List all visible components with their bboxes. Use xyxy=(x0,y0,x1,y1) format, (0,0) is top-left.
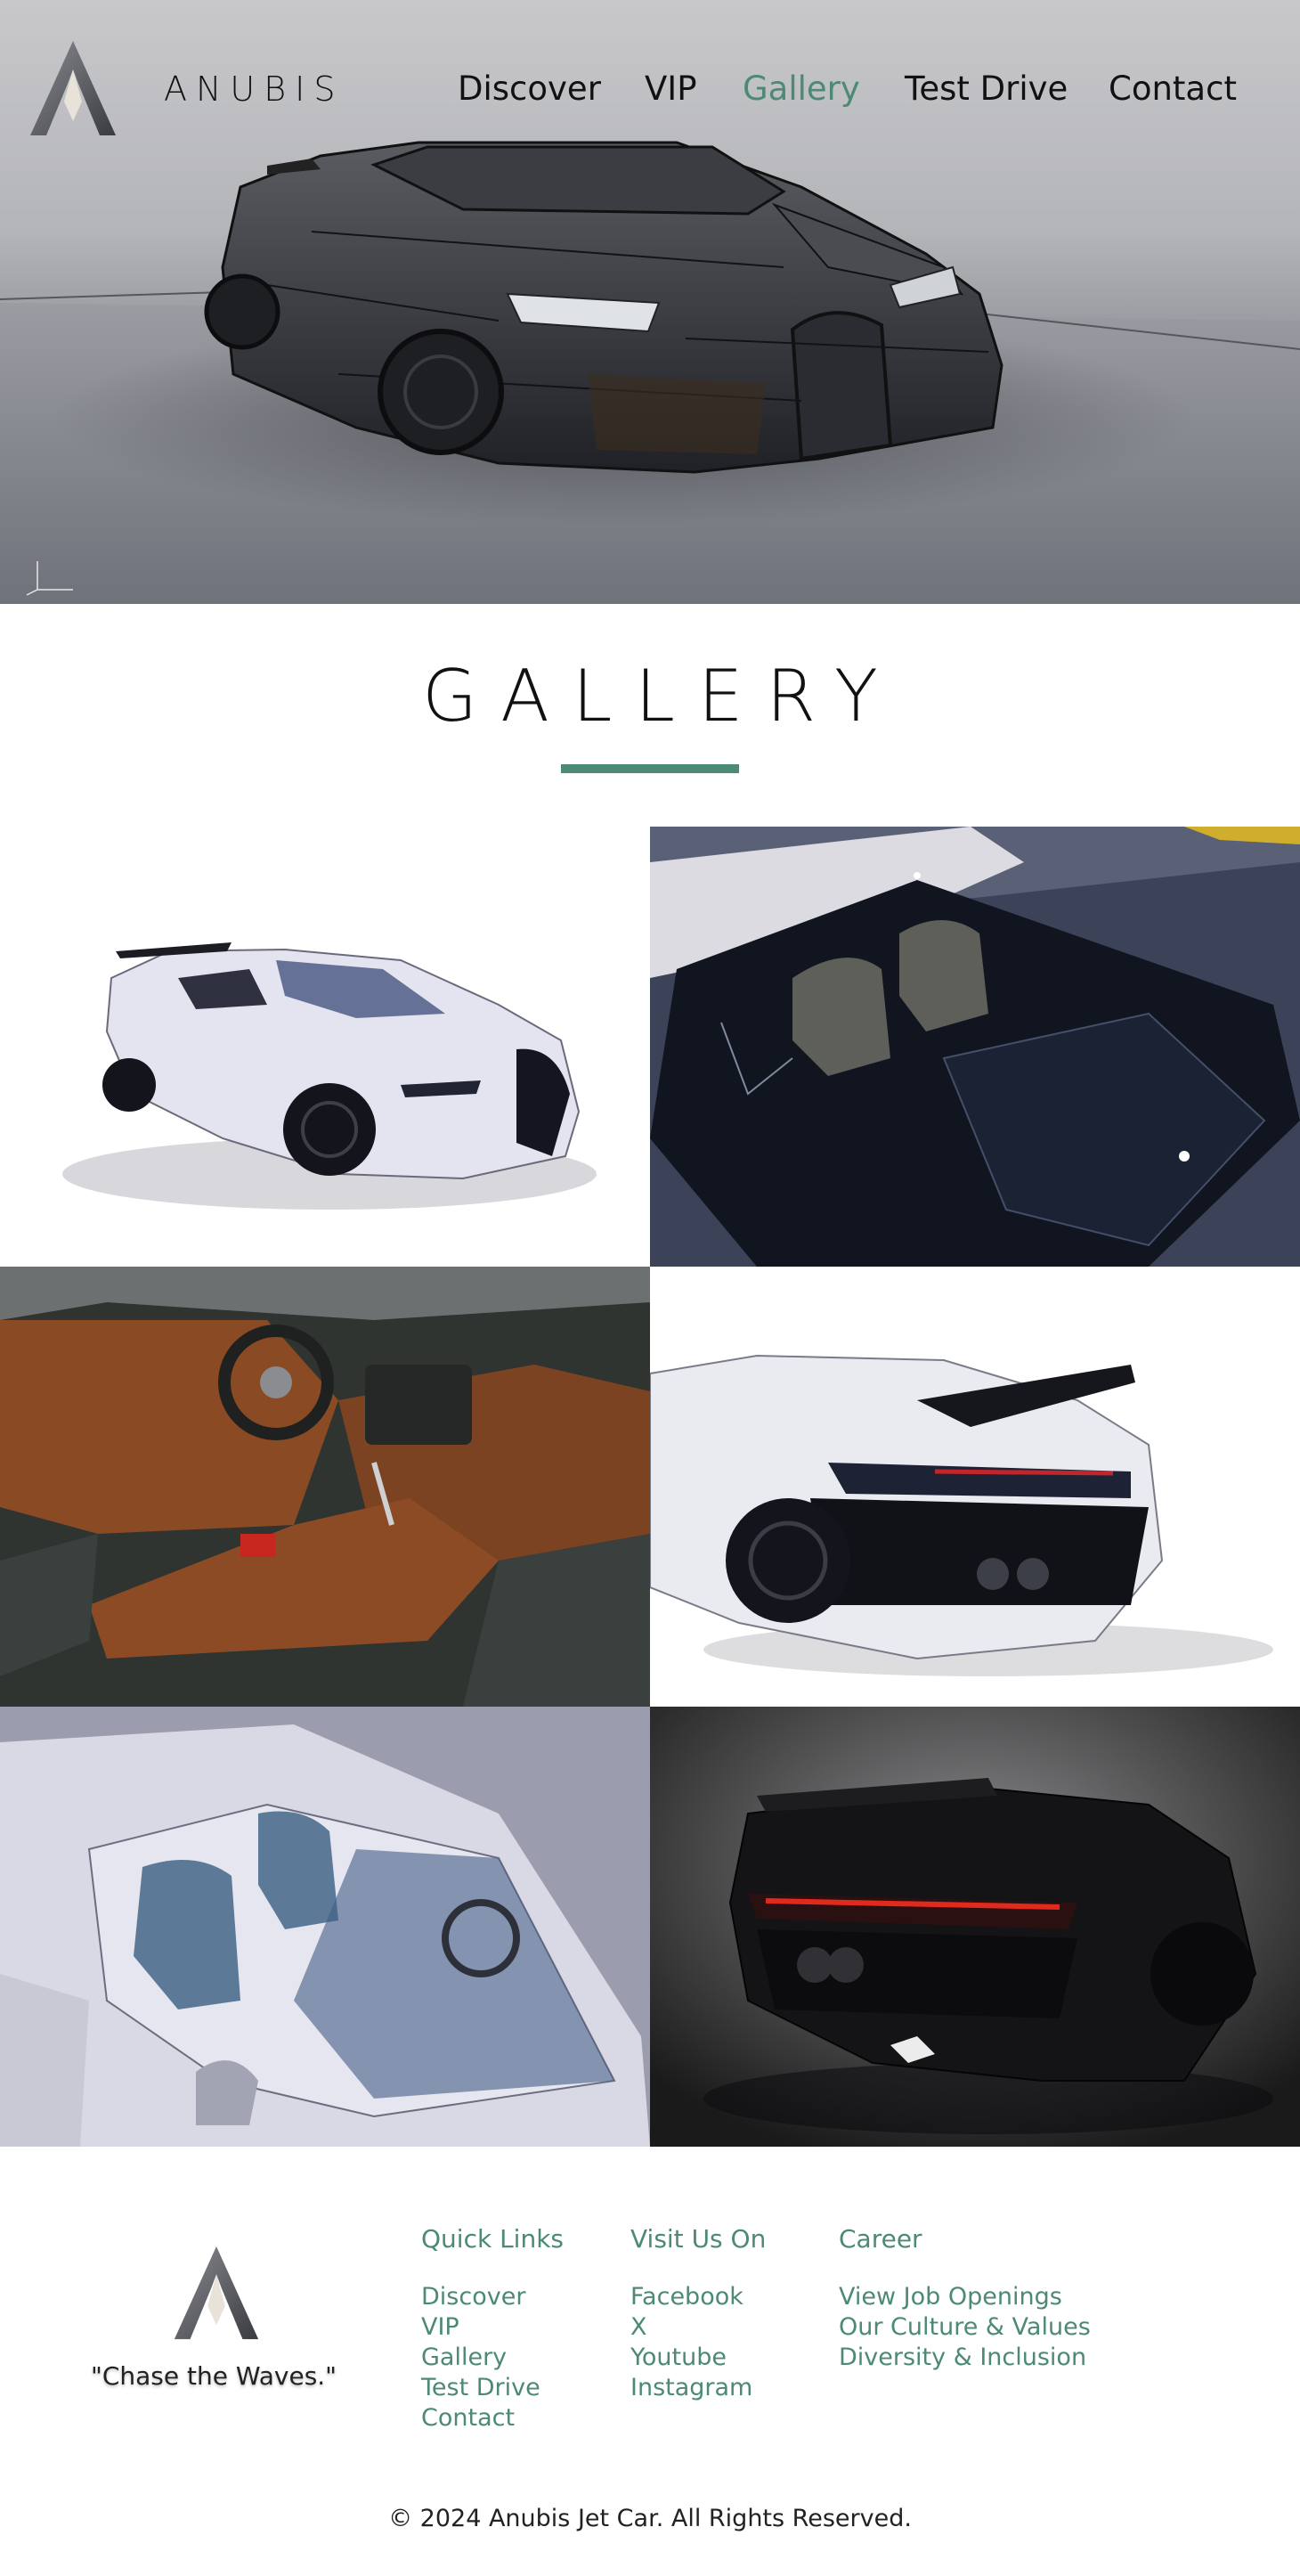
quick-links-heading: Quick Links xyxy=(421,2224,565,2254)
footer-link-facebook[interactable]: Facebook xyxy=(630,2282,766,2312)
hero-banner: ANUBIS Discover VIP Gallery Test Drive C… xyxy=(0,0,1300,604)
nav-discover[interactable]: Discover xyxy=(458,69,601,108)
footer-logo-icon[interactable] xyxy=(169,2245,264,2343)
gallery-grid xyxy=(0,827,1300,2148)
footer-link-youtube[interactable]: Youtube xyxy=(630,2343,766,2373)
gallery-image-4[interactable] xyxy=(650,1267,1300,1707)
nav-test-drive[interactable]: Test Drive xyxy=(905,69,1068,108)
main-nav: Discover VIP Gallery Test Drive Contact xyxy=(0,69,1300,114)
gallery-image-6[interactable] xyxy=(650,1707,1300,2147)
footer-link-job-openings[interactable]: View Job Openings xyxy=(839,2282,1091,2312)
copyright-text: © 2024 Anubis Jet Car. All Rights Reserv… xyxy=(388,2505,912,2532)
footer-link-diversity-inclusion[interactable]: Diversity & Inclusion xyxy=(839,2343,1091,2373)
tagline: "Chase the Waves." xyxy=(90,2361,337,2391)
gallery-image-5[interactable] xyxy=(0,1707,650,2147)
axis-gizmo-icon xyxy=(26,561,73,596)
footer-link-contact[interactable]: Contact xyxy=(421,2403,564,2433)
career-column: Career View Job Openings Our Culture & V… xyxy=(839,2224,1091,2373)
nav-contact[interactable]: Contact xyxy=(1109,69,1237,108)
footer-link-instagram[interactable]: Instagram xyxy=(630,2373,766,2403)
footer-link-test-drive[interactable]: Test Drive xyxy=(421,2373,564,2403)
gallery-image-3[interactable] xyxy=(0,1267,650,1707)
visit-us-heading: Visit Us On xyxy=(630,2224,767,2254)
visit-us-column: Visit Us On Facebook X Youtube Instagram xyxy=(630,2224,766,2403)
career-heading: Career xyxy=(839,2224,922,2254)
footer-link-vip[interactable]: VIP xyxy=(421,2312,564,2343)
quick-links-column: Quick Links Discover VIP Gallery Test Dr… xyxy=(421,2224,564,2433)
footer-link-culture-values[interactable]: Our Culture & Values xyxy=(839,2312,1091,2343)
nav-vip[interactable]: VIP xyxy=(645,69,697,108)
gallery-image-1[interactable] xyxy=(0,827,650,1267)
gallery-title: GALLERY xyxy=(422,655,901,738)
footer-link-x[interactable]: X xyxy=(630,2312,766,2343)
footer-link-gallery[interactable]: Gallery xyxy=(421,2343,564,2373)
title-underline xyxy=(561,764,739,773)
nav-gallery[interactable]: Gallery xyxy=(743,69,860,108)
footer-link-discover[interactable]: Discover xyxy=(421,2282,564,2312)
gallery-image-2[interactable] xyxy=(650,827,1300,1267)
